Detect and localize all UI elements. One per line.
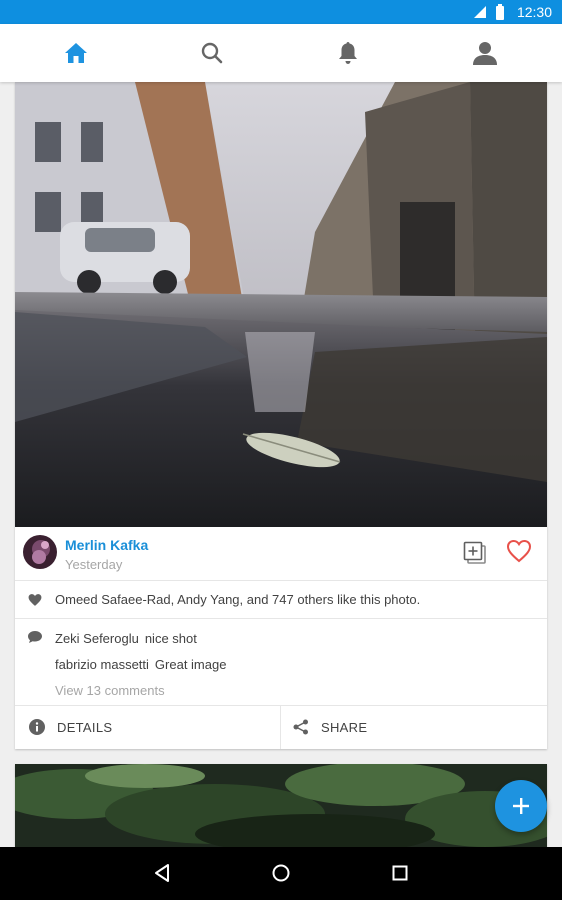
status-bar: 12:30 bbox=[0, 0, 562, 24]
share-button[interactable]: SHARE bbox=[293, 705, 367, 749]
author-name[interactable]: Merlin Kafka bbox=[65, 537, 148, 553]
details-button[interactable]: DETAILS bbox=[29, 705, 112, 749]
comment-icon bbox=[28, 631, 42, 643]
post-photo[interactable] bbox=[15, 764, 547, 847]
home-circle-icon bbox=[272, 864, 290, 882]
heart-outline-icon bbox=[506, 539, 532, 563]
like-button[interactable] bbox=[506, 539, 532, 565]
comment-user[interactable]: fabrizio massetti bbox=[55, 657, 149, 672]
back-button[interactable] bbox=[142, 855, 182, 891]
back-icon bbox=[155, 864, 169, 882]
post-card: Merlin Kafka Yesterday Omeed Safaee-Rad,… bbox=[15, 82, 547, 749]
home-button[interactable] bbox=[261, 855, 301, 891]
view-comments-link[interactable]: View 13 comments bbox=[55, 683, 165, 698]
comment-item: fabrizio massetti Great image bbox=[55, 657, 226, 672]
comment-user[interactable]: Zeki Seferoglu bbox=[55, 631, 139, 646]
add-to-collection-icon bbox=[463, 541, 486, 564]
signal-icon bbox=[473, 6, 486, 18]
nav-home[interactable] bbox=[46, 24, 106, 82]
likes-text: Omeed Safaee-Rad, Andy Yang, and 747 oth… bbox=[55, 592, 421, 607]
feed[interactable]: Merlin Kafka Yesterday Omeed Safaee-Rad,… bbox=[0, 82, 562, 847]
add-to-collection-button[interactable] bbox=[463, 541, 487, 565]
heart-icon bbox=[28, 594, 42, 606]
nav-search[interactable] bbox=[182, 24, 242, 82]
share-label: SHARE bbox=[321, 719, 368, 735]
post-time: Yesterday bbox=[65, 557, 123, 572]
nav-profile[interactable] bbox=[455, 24, 515, 82]
comments-section: Zeki Seferoglu nice shot fabrizio massett… bbox=[15, 619, 547, 706]
comment-text: nice shot bbox=[144, 631, 197, 646]
profile-icon bbox=[473, 42, 497, 65]
home-icon bbox=[65, 43, 87, 63]
actions-divider bbox=[280, 705, 281, 749]
post-header: Merlin Kafka Yesterday bbox=[15, 527, 547, 581]
details-label: DETAILS bbox=[57, 719, 113, 735]
nav-notifications[interactable] bbox=[318, 24, 378, 82]
search-icon bbox=[201, 42, 223, 64]
comment-text: Great image bbox=[154, 657, 227, 672]
author-avatar[interactable] bbox=[23, 535, 57, 569]
recents-button[interactable] bbox=[380, 855, 420, 891]
likes-summary[interactable]: Omeed Safaee-Rad, Andy Yang, and 747 oth… bbox=[15, 581, 547, 619]
post-photo[interactable] bbox=[15, 82, 547, 527]
post-actions: DETAILS SHARE bbox=[15, 705, 547, 749]
battery-icon bbox=[495, 4, 504, 20]
post-card bbox=[15, 764, 547, 847]
plus-icon bbox=[513, 798, 529, 814]
status-time: 12:30 bbox=[516, 4, 552, 20]
bell-icon bbox=[339, 42, 357, 64]
system-nav-bar bbox=[0, 847, 562, 900]
share-icon bbox=[293, 719, 308, 735]
recents-icon bbox=[392, 865, 408, 881]
comment-item: Zeki Seferoglu nice shot bbox=[55, 631, 197, 646]
info-icon bbox=[29, 719, 45, 735]
new-post-fab[interactable] bbox=[495, 780, 547, 832]
top-nav bbox=[0, 24, 562, 82]
